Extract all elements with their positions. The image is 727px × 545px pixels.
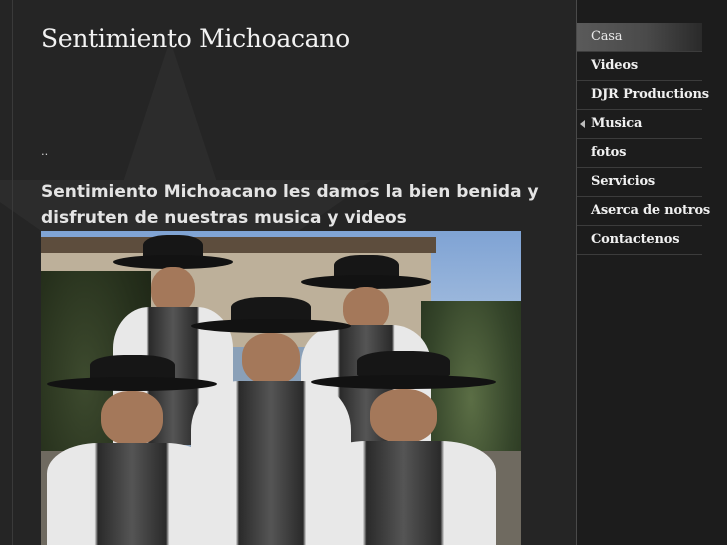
welcome-line-1: Sentimiento Michoacano les damos la bien… [41, 182, 539, 202]
nav-item-label: Casa [591, 29, 623, 44]
nav-item-label: Servicios [591, 174, 656, 189]
band-photo [41, 231, 521, 545]
nav-item-label: Aserca de notros [591, 203, 711, 218]
nav-item-label: fotos [591, 145, 627, 160]
nav-item-casa[interactable]: Casa [577, 23, 702, 52]
nav-item-label: Videos [591, 58, 638, 73]
nav-item-djr-productions[interactable]: DJR Productions [577, 81, 709, 110]
band-member [311, 351, 496, 545]
nav-item-contactenos[interactable]: Contactenos [577, 226, 702, 255]
nav-item-label: DJR Productions [591, 87, 709, 102]
submenu-arrow-icon [580, 120, 585, 128]
nav-item-label: Musica [591, 116, 643, 131]
band-member [47, 355, 217, 545]
main-content: Sentimiento Michoacano .. Sentimiento Mi… [0, 0, 576, 545]
nav-item-videos[interactable]: Videos [577, 52, 702, 81]
left-divider [12, 0, 13, 545]
nav-item-fotos[interactable]: fotos [577, 139, 702, 168]
nav-item-aserca-de-notros[interactable]: Aserca de notros [577, 197, 710, 226]
nav-item-label: Contactenos [591, 232, 680, 247]
separator-dots: .. [41, 143, 49, 158]
welcome-message: Sentimiento Michoacano les damos la bien… [41, 179, 561, 231]
main-navigation: Casa Videos DJR Productions Musica fotos… [577, 23, 710, 255]
welcome-line-2: disfruten de nuestras musica y videos [41, 208, 407, 228]
site-title[interactable]: Sentimiento Michoacano [41, 24, 350, 53]
nav-item-musica[interactable]: Musica [577, 110, 702, 139]
nav-item-servicios[interactable]: Servicios [577, 168, 702, 197]
